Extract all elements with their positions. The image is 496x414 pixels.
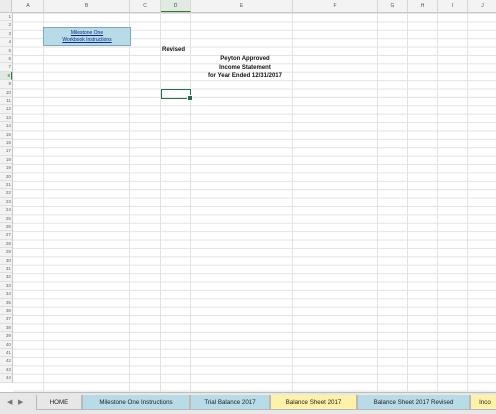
row-header-15[interactable]: 15 [0,131,12,139]
column-gridline [407,13,408,392]
row-header-20[interactable]: 20 [0,173,12,181]
column-gridline [43,13,44,392]
column-header-j[interactable]: J [468,0,496,12]
row-header-43[interactable]: 43 [0,366,12,375]
sheet-tab-milestone-one-instructions[interactable]: Milestone One Instructions [82,395,190,410]
sheet-tab-balance-sheet-2017-revised[interactable]: Balance Sheet 2017 Revised [357,395,470,410]
sheet-tab-bar: ◀ ▶ HOME Milestone One Instructions Trial … [0,392,496,414]
row-header-29[interactable]: 29 [0,248,12,257]
row-header: 1 2 3 4 5 6 7 8 9 10 11 12 13 14 15 16 17 18 19 20 21 22 23 24 2… [0,13,13,383]
sheet-tab-inco[interactable]: Inco [470,395,496,410]
caret-right-icon[interactable]: ▶ [18,398,23,406]
column-gridline [377,13,378,392]
row-header-36[interactable]: 36 [0,307,12,316]
sheet-tab-balance-sheet-2017[interactable]: Balance Sheet 2017 [270,395,357,410]
row-header-38[interactable]: 38 [0,324,12,333]
row-header-22[interactable]: 22 [0,189,12,198]
column-gridline [437,13,438,392]
row-header-39[interactable]: 39 [0,332,12,341]
row-header-21[interactable]: 21 [0,181,12,190]
row-header-18[interactable]: 18 [0,156,12,165]
row-header-1[interactable]: 1 [0,13,12,22]
cell-e5-title: Income Statement [219,65,271,71]
row-header-42[interactable]: 42 [0,357,12,366]
cell-d3-revised: Revised [162,47,186,53]
row-header-13[interactable]: 13 [0,114,12,123]
row-header-16[interactable]: 16 [0,139,12,148]
row-header-14[interactable]: 14 [0,122,12,131]
column-header-e[interactable]: E [191,0,293,12]
column-header-h[interactable]: H [408,0,438,12]
cell-e4-title: Peyton Approved [220,56,270,62]
row-header-25[interactable]: 25 [0,215,12,223]
cell-e6-title: for Year Ended 12/31/2017 [208,73,282,79]
milestone-instructions-button[interactable]: Milestone One Workbook Instructions [43,27,131,46]
row-header-11[interactable]: 11 [0,97,12,106]
column-header-c[interactable]: C [130,0,161,12]
row-header-35[interactable]: 35 [0,299,12,307]
caret-left-icon[interactable]: ◀ [7,398,12,406]
column-header-b[interactable]: B [44,0,130,12]
row-header-32[interactable]: 32 [0,273,12,282]
row-header-31[interactable]: 31 [0,265,12,274]
column-gridline [467,13,468,392]
row-header-41[interactable]: 41 [0,349,12,358]
column-gridline [129,13,130,392]
row-header-28[interactable]: 28 [0,240,12,249]
row-header-3[interactable]: 3 [0,30,12,39]
row-header-24[interactable]: 24 [0,206,12,215]
row-header-2[interactable]: 2 [0,21,12,30]
row-header-12[interactable]: 12 [0,105,12,114]
column-header-d[interactable]: D [161,0,191,12]
row-header-37[interactable]: 37 [0,315,12,324]
selected-cell-d8[interactable] [161,89,193,101]
row-header-17[interactable]: 17 [0,147,12,156]
row-header-44[interactable]: 44 [0,374,12,383]
row-header-9[interactable]: 9 [0,80,12,89]
row-header-27[interactable]: 27 [0,231,12,240]
column-header-a[interactable]: A [13,0,44,12]
column-header-i[interactable]: I [438,0,468,12]
row-header-40[interactable]: 40 [0,341,12,349]
column-header: ABCDEFGHIJK [0,0,496,13]
row-header-30[interactable]: 30 [0,257,12,265]
row-header-26[interactable]: 26 [0,223,12,232]
row-header-34[interactable]: 34 [0,290,12,299]
spreadsheet: ABCDEFGHIJK 1234567891011121314151617181… [0,0,496,392]
column-header-g[interactable]: G [378,0,408,12]
sheet-tab-trial-balance-2017[interactable]: Trial Balance 2017 [190,395,270,410]
row-header-19[interactable]: 19 [0,164,12,173]
instructions-button-line2[interactable]: Workbook Instructions [62,37,111,44]
row-header-4[interactable]: 4 [0,38,12,47]
select-all-corner[interactable] [0,0,12,12]
row-header-7[interactable]: 7 [0,63,12,72]
row-header-23[interactable]: 23 [0,198,12,207]
row-header-6[interactable]: 6 [0,55,12,64]
column-header-f[interactable]: F [293,0,378,12]
row-header-10[interactable]: 10 [0,89,12,97]
sheet-tab-home[interactable]: HOME [36,395,82,410]
instructions-button-line1[interactable]: Milestone One [71,30,103,37]
row-header-5[interactable]: 5 [0,47,12,55]
column-gridline [190,13,191,392]
row-header-33[interactable]: 33 [0,282,12,291]
row-header-8[interactable]: 8 [0,71,12,81]
column-gridline [160,13,161,392]
